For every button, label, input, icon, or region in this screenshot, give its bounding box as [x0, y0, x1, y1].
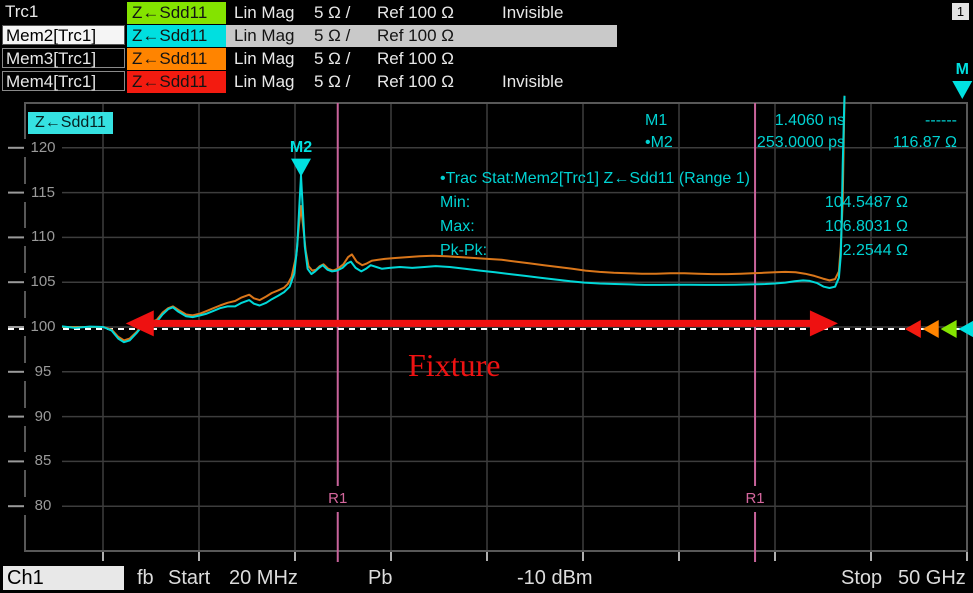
y-axis-label: 95: [24, 363, 62, 381]
stat-max-value: 106.8031 Ω: [825, 218, 908, 236]
stop-frequency[interactable]: 50 GHz: [898, 567, 966, 590]
trace-measurement-box[interactable]: Z←Sdd11: [127, 25, 226, 47]
ref-level-indicator[interactable]: [959, 320, 973, 338]
trace-name[interactable]: Mem3[Trc1]: [2, 48, 125, 68]
marker-m2-label: M2: [281, 139, 321, 157]
y-axis-label: 90: [24, 408, 62, 426]
vna-screen: Trc1Z←Sdd11Lin Mag5 Ω /Ref 100 ΩInvisibl…: [0, 0, 973, 593]
y-axis-label: 115: [24, 184, 62, 202]
stop-label: Stop: [841, 567, 882, 590]
trace-status: Invisible: [502, 72, 563, 92]
trace-scale: 5 Ω /: [314, 26, 350, 46]
trace-measurement-box[interactable]: Z←Sdd11: [127, 71, 226, 93]
start-label: Start: [168, 567, 210, 590]
range-line-label: R1: [735, 490, 775, 507]
stat-pkpk-value: 2.2544 Ω: [843, 242, 908, 260]
trace-status: Invisible: [502, 3, 563, 23]
trace-format: Lin Mag: [234, 49, 294, 69]
ref-level-indicator[interactable]: [923, 320, 939, 338]
y-axis-label: 120: [24, 139, 62, 157]
trace-name[interactable]: Mem4[Trc1]: [2, 71, 125, 91]
trace-scale: 5 Ω /: [314, 3, 350, 23]
trace-name[interactable]: Mem2[Trc1]: [2, 25, 125, 45]
start-frequency[interactable]: 20 MHz: [229, 567, 298, 590]
stat-pkpk-label: Pk-Pk:: [440, 242, 487, 260]
trace-row-trc1[interactable]: Trc1Z←Sdd11 Lin Mag 5 Ω / Ref 100 Ω Invisibl…: [0, 2, 973, 24]
trace-row-mem2trc1[interactable]: Mem2[Trc1]Z←Sdd11 Lin Mag 5 Ω / Ref 100 Ω: [0, 25, 973, 47]
trace-ref: Ref 100 Ω: [377, 49, 454, 69]
trace-measurement-box[interactable]: Z←Sdd11: [127, 2, 226, 24]
trace-format: Lin Mag: [234, 3, 294, 23]
stat-max-label: Max:: [440, 218, 475, 236]
marker-readout-m1: M1 1.4060 ns ------: [645, 112, 957, 134]
trace-name[interactable]: Trc1: [2, 2, 125, 22]
trace-scale: 5 Ω /: [314, 72, 350, 92]
trace-format: Lin Mag: [234, 26, 294, 46]
trace-legend: Trc1Z←Sdd11Lin Mag5 Ω /Ref 100 ΩInvisibl…: [0, 0, 973, 96]
y-axis-label: 100: [24, 318, 62, 336]
marker-m1-label: M1: [645, 112, 693, 130]
marker-m2-stimulus: 253.0000 ps: [693, 134, 845, 152]
stat-min-label: Min:: [440, 194, 470, 212]
y-axis-label: 80: [24, 497, 62, 515]
marker-m1-value: ------: [845, 112, 957, 130]
window-number[interactable]: 1: [952, 3, 969, 20]
marker-m1-stimulus: 1.4060 ns: [693, 112, 845, 130]
y-axis-label: 110: [24, 228, 62, 246]
channel-label[interactable]: Ch1: [3, 566, 124, 590]
trac-stat-title: •Trac Stat:Mem2[Trc1] Z←Sdd11 (Range 1): [440, 170, 750, 188]
marker-readout-m2: •M2 253.0000 ps 116.87 Ω: [645, 134, 957, 156]
trace-row-mem3trc1[interactable]: Mem3[Trc1]Z←Sdd11 Lin Mag 5 Ω / Ref 100 Ω: [0, 48, 973, 70]
trace-measurement-box[interactable]: Z←Sdd11: [127, 48, 226, 70]
fixture-arrow-right-head: [810, 310, 838, 336]
range-line-label: R1: [318, 490, 358, 507]
marker-m2-value: 116.87 Ω: [845, 134, 957, 152]
channel-bar: Ch1 fb Start 20 MHz Pb -10 dBm Stop 50 G…: [0, 563, 973, 593]
power-level[interactable]: -10 dBm: [517, 567, 593, 590]
y-axis-label: 105: [24, 273, 62, 291]
highlight-ellipse: [259, 157, 361, 335]
marker-m2-triangle[interactable]: [291, 159, 311, 177]
active-trace-tab[interactable]: Z←Sdd11: [28, 112, 113, 134]
ref-level-indicator[interactable]: [941, 320, 957, 338]
y-axis-label: 85: [24, 452, 62, 470]
trace-ref: Ref 100 Ω: [377, 26, 454, 46]
fixture-arrow-left-head: [126, 310, 154, 336]
ref-level-indicator[interactable]: [905, 320, 921, 338]
stat-min-value: 104.5487 Ω: [825, 194, 908, 212]
power-base-indicator: Pb: [368, 567, 392, 590]
trace-ref: Ref 100 Ω: [377, 3, 454, 23]
marker-m2-label: •M2: [645, 134, 693, 152]
fixture-annotation: Fixture: [408, 347, 558, 384]
marker-m-label: M: [942, 61, 973, 79]
trace-ref: Ref 100 Ω: [377, 72, 454, 92]
trace-row-mem4trc1[interactable]: Mem4[Trc1]Z←Sdd11 Lin Mag 5 Ω / Ref 100 Ω In…: [0, 71, 973, 93]
trace-scale: 5 Ω /: [314, 49, 350, 69]
freq-base-indicator: fb: [137, 567, 154, 590]
trace-format: Lin Mag: [234, 72, 294, 92]
